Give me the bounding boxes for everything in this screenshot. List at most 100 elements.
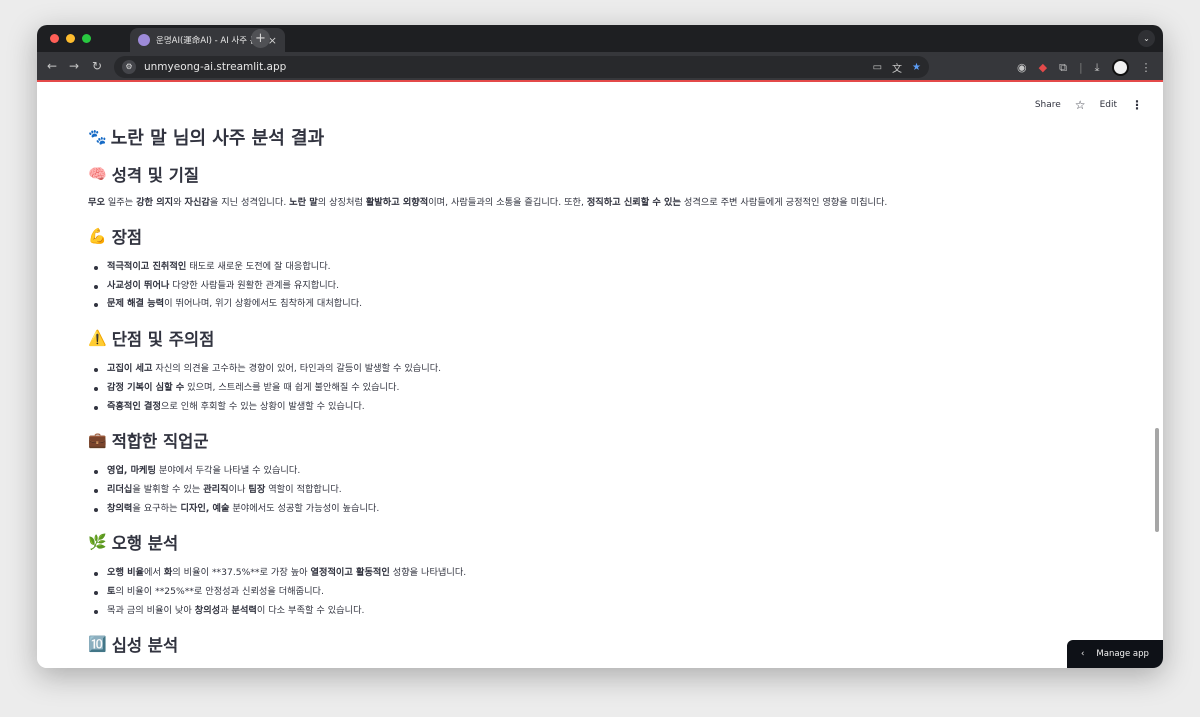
back-arrow-icon[interactable]: ←: [47, 59, 57, 73]
chevron-left-icon: ‹: [1081, 649, 1085, 659]
tab-title: 운명AI(運命AI) - AI 사주 분석 & 운세: [156, 36, 264, 46]
page-content: Share ☆ Edit ⋮ 🐾 노란 말 님의 사주 분석 결과 🧠 성격 및…: [37, 84, 1163, 668]
section-heading-five-elements: 🌿 오행 분석: [88, 532, 179, 554]
minimize-window-button[interactable]: [66, 34, 75, 43]
toolbar-divider: |: [1078, 61, 1083, 74]
section-heading-personality: 🧠 성격 및 기질: [88, 164, 200, 185]
extensions-area: ◉ ◆ ⧉ | ⤓ ⋮: [1017, 59, 1152, 76]
address-bar-actions: ▭ 文 ★: [873, 56, 929, 78]
list-item: 사교성이 뛰어나 다양한 사람들과 원활한 관계를 유지합니다.: [88, 277, 1068, 296]
browser-menu-icon[interactable]: ⋮: [1141, 61, 1152, 74]
bold-text: 디자인, 예술: [180, 502, 230, 514]
text-run: 의 비율이 **37.5%**로 가장 높아: [172, 567, 311, 579]
herb-icon: 🌿: [88, 532, 107, 551]
cast-icon[interactable]: ▭: [873, 62, 882, 73]
strengths-list: 적극적이고 진취적인 태도로 새로운 도전에 잘 대응합니다. 사교성이 뛰어나 …: [88, 258, 1068, 314]
text-run: 을 지닌 성격입니다.: [209, 197, 290, 208]
maximize-window-button[interactable]: [82, 34, 91, 43]
streamlit-header: Share ☆ Edit ⋮: [1035, 98, 1143, 112]
section-heading-careers: 💼 적합한 직업군: [88, 430, 209, 452]
bold-text: 관리직: [203, 483, 229, 495]
keycap-ten-icon: 🔟: [88, 634, 107, 653]
list-item: 문제 해결 능력이 뛰어나며, 위기 상황에서도 침착하게 대처합니다.: [88, 295, 1068, 314]
text-run: 이 뛰어나며, 위기 상황에서도 침착하게 대처합니다.: [164, 298, 363, 310]
bold-text: 창의력: [107, 502, 133, 514]
text-run: 이 다소 부족할 수 있습니다.: [256, 604, 365, 616]
list-item: 리더십을 발휘할 수 있는 관리직이나 팀장 역할이 적합합니다.: [88, 481, 1068, 500]
close-window-button[interactable]: [50, 34, 59, 43]
list-item: 감정 기복이 심할 수 있으며, 스트레스를 받을 때 쉽게 불안해질 수 있습…: [88, 379, 1068, 398]
weaknesses-list: 고집이 세고 자신의 의견을 고수하는 경향이 있어, 타인과의 갈등이 발생할…: [88, 360, 1068, 416]
pdf-extension-icon[interactable]: ◆: [1039, 61, 1047, 74]
translate-icon[interactable]: 文: [892, 60, 902, 75]
list-item: 고집이 세고 자신의 의견을 고수하는 경향이 있어, 타인과의 갈등이 발생할…: [88, 360, 1068, 379]
section-heading-weaknesses: ⚠️ 단점 및 주의점: [88, 328, 215, 350]
bold-text: 고집이 세고: [107, 363, 153, 375]
text-run: 과: [220, 604, 232, 616]
manage-app-label: Manage app: [1096, 649, 1149, 659]
browser-toolbar: ← → ↻ ⚙ unmyeong-ai.streamlit.app ▭ 文 ★ …: [37, 52, 1163, 82]
bold-text: 강한 의지: [136, 197, 174, 208]
bold-text: 노란 말: [289, 197, 318, 208]
text-run: 자신의 의견을 고수하는 경향이 있어, 타인과의 갈등이 발생할 수 있습니다…: [152, 363, 442, 375]
forward-arrow-icon[interactable]: →: [69, 59, 79, 73]
text-run: 분야에서도 성공할 가능성이 높습니다.: [229, 502, 380, 514]
bold-text: 열정적이고 활동적인: [310, 567, 390, 579]
favorite-star-icon[interactable]: ☆: [1075, 98, 1086, 112]
site-info-icon[interactable]: ⚙: [122, 60, 136, 74]
paw-icon: 🐾: [88, 127, 107, 146]
favicon-icon: [138, 34, 150, 46]
bold-text: 정직하고 신뢰할 수 있는: [586, 197, 681, 208]
page-scrollbar[interactable]: [1155, 428, 1159, 532]
profile-avatar[interactable]: [1111, 59, 1129, 76]
warning-icon: ⚠️: [88, 328, 107, 347]
bold-text: 자신감: [184, 197, 210, 208]
brain-icon: 🧠: [88, 164, 107, 183]
puzzle-icon[interactable]: ⧉: [1059, 61, 1067, 75]
list-item: 창의력을 요구하는 디자인, 예술 분야에서도 성공할 가능성이 높습니다.: [88, 500, 1068, 519]
text-run: 의 상징처럼: [317, 197, 366, 208]
extension-icon[interactable]: ◉: [1017, 61, 1027, 74]
bold-text: 팀장: [248, 483, 266, 495]
main-menu-icon[interactable]: ⋮: [1131, 98, 1143, 112]
browser-titlebar: 운명AI(運命AI) - AI 사주 분석 & 운세 × + ⌄: [37, 25, 1163, 52]
section-heading-ten-gods: 🔟 십성 분석: [88, 634, 179, 656]
address-bar[interactable]: ⚙ unmyeong-ai.streamlit.app ▭ 文 ★: [114, 56, 929, 78]
text-run: 역할이 적합합니다.: [265, 483, 342, 495]
bold-text: 적극적이고 진취적인: [107, 261, 187, 272]
list-item: 목과 금의 비율이 낮아 창의성과 분석력이 다소 부족할 수 있습니다.: [88, 602, 1068, 621]
text-run: 에서: [144, 567, 164, 579]
briefcase-icon: 💼: [88, 430, 107, 449]
reload-icon[interactable]: ↻: [92, 59, 102, 73]
bold-text: 즉흥적인 결정: [107, 400, 161, 412]
browser-window: 운명AI(運命AI) - AI 사주 분석 & 운세 × + ⌄ ← → ↻ ⚙…: [37, 25, 1163, 668]
tab-search-chevron-icon[interactable]: ⌄: [1138, 30, 1155, 47]
text-run: 을 요구하는: [132, 502, 181, 514]
text-run: 다양한 사람들과 원활한 관계를 유지합니다.: [169, 279, 340, 291]
text-run: 으로 인해 후회할 수 있는 상황이 발생할 수 있습니다.: [160, 400, 365, 412]
flexed-biceps-icon: 💪: [88, 226, 107, 245]
list-item: 즉흥적인 결정으로 인해 후회할 수 있는 상황이 발생할 수 있습니다.: [88, 398, 1068, 417]
text-run: 이며, 사람들과의 소통을 즐깁니다. 또한,: [428, 197, 587, 208]
section-heading-strengths: 💪 장점: [88, 226, 143, 247]
five-elements-list: 오행 비율에서 화의 비율이 **37.5%**로 가장 높아 열정적이고 활동…: [88, 564, 1068, 620]
bold-text: 영업, 마케팅: [107, 465, 156, 477]
page-title: 🐾 노란 말 님의 사주 분석 결과: [88, 127, 325, 149]
bold-text: 문제 해결 능력: [107, 298, 165, 310]
edit-button[interactable]: Edit: [1100, 100, 1117, 110]
list-item: 적극적이고 진취적인 태도로 새로운 도전에 잘 대응합니다.: [88, 258, 1068, 277]
text-run: 성향을 나타냅니다.: [389, 567, 467, 579]
text-run: 분야에서 두각을 나타낼 수 있습니다.: [155, 465, 301, 477]
careers-list: 영업, 마케팅 분야에서 두각을 나타낼 수 있습니다. 리더십을 발휘할 수 있…: [88, 462, 1068, 518]
text-run: 의 비율이 **25%**로 안정성과 신뢰성을 더해줍니다.: [115, 586, 324, 598]
share-button[interactable]: Share: [1035, 100, 1061, 110]
new-tab-button[interactable]: +: [251, 29, 270, 48]
list-item: 토의 비율이 **25%**로 안정성과 신뢰성을 더해줍니다.: [88, 583, 1068, 602]
url-text: unmyeong-ai.streamlit.app: [144, 61, 287, 73]
personality-paragraph: 무오 일주는 강한 의지와 자신감을 지닌 성격입니다. 노란 말의 상징처럼 …: [88, 196, 1068, 210]
download-icon[interactable]: ⤓: [1095, 61, 1100, 75]
manage-app-button[interactable]: ‹ Manage app: [1067, 640, 1163, 668]
bookmark-star-icon[interactable]: ★: [912, 62, 921, 73]
text-run: 일주는: [104, 197, 137, 208]
text-run: 있으며, 스트레스를 받을 때 쉽게 불안해질 수 있습니다.: [184, 381, 400, 393]
